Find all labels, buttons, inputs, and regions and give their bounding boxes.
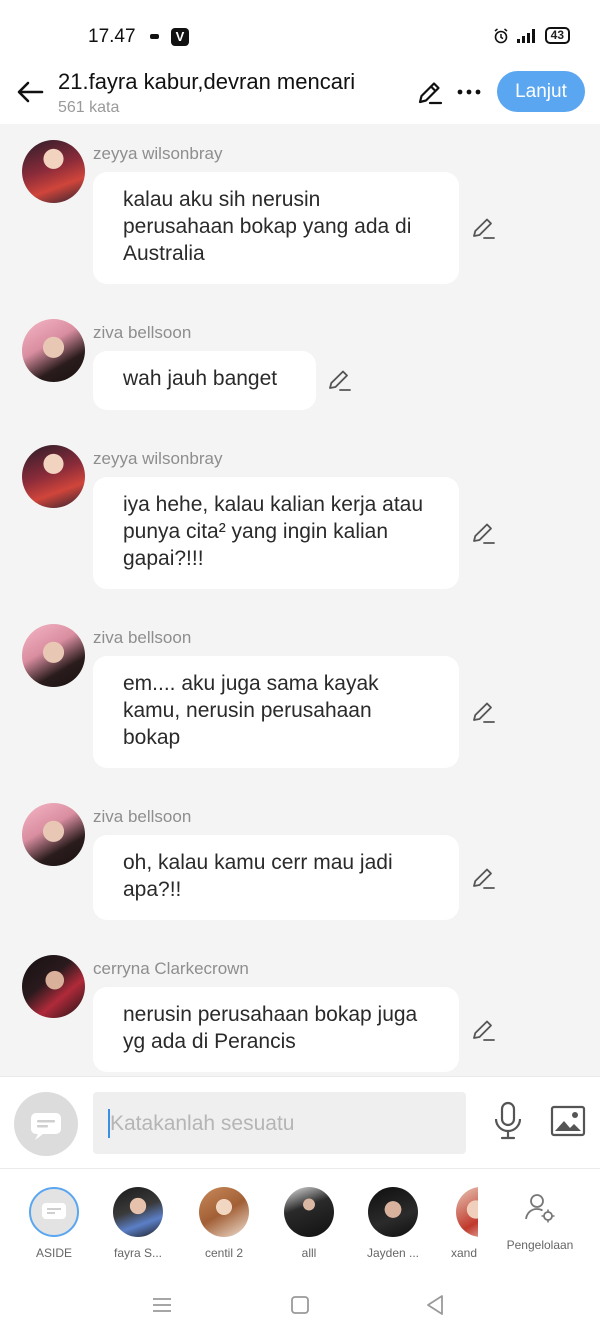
avatar	[368, 1187, 418, 1237]
pencil-icon[interactable]	[416, 78, 444, 106]
edit-message-icon[interactable]	[471, 699, 497, 725]
edit-message-icon[interactable]	[471, 1017, 497, 1043]
sender-name: zeyya wilsonbray	[93, 144, 223, 163]
character-name: Jayden ...	[366, 1246, 420, 1260]
character-name: fayra S...	[113, 1246, 163, 1260]
input-placeholder: Katakanlah sesuatu	[110, 1112, 295, 1135]
message-bubble[interactable]: iya hehe, kalau kalian kerja atau punya …	[93, 477, 459, 589]
edit-message-icon[interactable]	[327, 367, 353, 393]
battery-icon: 43	[544, 27, 570, 44]
signal-icon	[516, 28, 535, 43]
edit-message-icon[interactable]	[471, 865, 497, 891]
page-title: 21.fayra kabur,devran mencari	[58, 69, 356, 94]
character-bar: ASIDE fayra S... centil 2 alll Jayden ..…	[0, 1168, 600, 1278]
message-bubble[interactable]: oh, kalau kamu cerr mau jadi apa?!!	[93, 835, 459, 920]
chat-area[interactable]: zeyya wilsonbray kalau aku sih nerusin p…	[0, 124, 600, 1076]
character-item[interactable]: alll	[273, 1187, 345, 1260]
aside-toggle-button[interactable]	[14, 1092, 78, 1156]
character-item[interactable]: xand	[442, 1187, 478, 1260]
word-count: 561 kata	[58, 99, 120, 116]
home-icon[interactable]	[287, 1292, 313, 1318]
image-icon[interactable]	[550, 1105, 586, 1137]
message-input[interactable]: Katakanlah sesuatu	[93, 1092, 466, 1154]
character-name: centil 2	[204, 1246, 244, 1260]
status-time: 17.47	[88, 26, 136, 47]
status-icons: 43	[493, 27, 570, 44]
manage-label: Pengelolaan	[506, 1238, 574, 1252]
message-bubble[interactable]: em.... aku juga sama kayak kamu, nerusin…	[93, 656, 459, 768]
avatar[interactable]	[22, 445, 85, 508]
message-bubble[interactable]: kalau aku sih nerusin perusahaan bokap y…	[93, 172, 459, 284]
manage-button[interactable]: Pengelolaan	[500, 1191, 580, 1252]
avatar[interactable]	[22, 803, 85, 866]
sender-name: cerryna Clarkecrown	[93, 959, 249, 978]
user-settings-icon	[525, 1194, 555, 1223]
chat-bubble-icon	[31, 1113, 61, 1140]
avatar[interactable]	[22, 319, 85, 382]
edit-message-icon[interactable]	[471, 520, 497, 546]
status-bar: 17.47 V 43	[0, 0, 600, 70]
message-bubble[interactable]: nerusin perusahaan bokap juga yg ada di …	[93, 987, 459, 1072]
avatar[interactable]	[22, 140, 85, 203]
character-item[interactable]: Jayden ...	[357, 1187, 429, 1260]
back-triangle-icon[interactable]	[422, 1292, 448, 1318]
character-name: xand	[451, 1246, 478, 1260]
more-icon[interactable]	[455, 78, 483, 106]
sender-name: ziva bellsoon	[93, 323, 192, 342]
avatar	[199, 1187, 249, 1237]
avatar	[113, 1187, 163, 1237]
app-badge-icon: V	[171, 28, 189, 46]
character-name: alll	[301, 1246, 317, 1260]
character-aside[interactable]: ASIDE	[18, 1187, 90, 1260]
back-arrow-icon[interactable]	[14, 76, 46, 108]
message-bubble[interactable]: wah jauh banget	[93, 351, 316, 410]
sender-name: ziva bellsoon	[93, 807, 192, 826]
next-button[interactable]: Lanjut	[497, 71, 585, 112]
sender-name: ziva bellsoon	[93, 628, 192, 647]
character-item[interactable]: centil 2	[188, 1187, 260, 1260]
menu-icon[interactable]	[149, 1292, 175, 1318]
sender-name: zeyya wilsonbray	[93, 449, 223, 468]
composer: Katakanlah sesuatu	[0, 1076, 600, 1168]
character-name: ASIDE	[35, 1246, 72, 1260]
aside-avatar	[29, 1187, 79, 1237]
avatar[interactable]	[22, 955, 85, 1018]
alarm-icon	[494, 27, 508, 43]
system-nav-bar	[0, 1278, 600, 1333]
edit-message-icon[interactable]	[471, 215, 497, 241]
notification-dot-icon	[150, 34, 159, 39]
microphone-icon[interactable]	[492, 1101, 524, 1141]
avatar	[284, 1187, 334, 1237]
avatar[interactable]	[22, 624, 85, 687]
avatar	[456, 1187, 478, 1237]
story-header: 21.fayra kabur,devran mencari 561 kata L…	[0, 62, 600, 124]
character-item[interactable]: fayra S...	[102, 1187, 174, 1260]
chat-bubble-icon	[42, 1203, 66, 1219]
